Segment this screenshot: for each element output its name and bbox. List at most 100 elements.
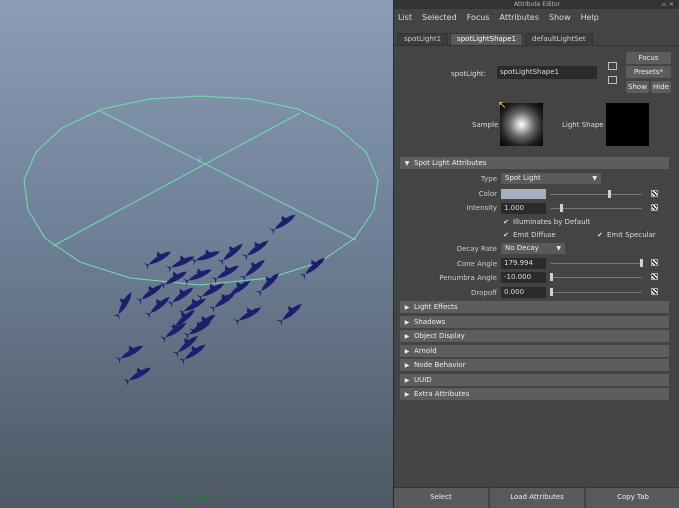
show-button[interactable]: Show [626,81,649,93]
close-icon[interactable]: × [669,1,677,8]
section-object-display[interactable]: ▶ Object Display [400,330,669,342]
input-connections-icon[interactable] [608,62,617,70]
type-label: Type [480,175,497,183]
shark-model[interactable] [134,279,165,306]
shark-model[interactable] [232,301,263,326]
shark-model[interactable] [158,265,189,290]
shark-model[interactable] [297,252,327,280]
penumbra-angle-slider-track[interactable] [550,277,642,278]
chevron-right-icon: ▶ [404,304,410,311]
checkmark-icon: ✔ [503,218,509,226]
shark-model[interactable] [165,282,196,309]
shark-model[interactable] [267,209,298,236]
attribute-editor: Attribute Editor ▫× List Selected Focus … [393,0,679,508]
float-icon[interactable]: ▫ [662,1,669,8]
chevron-down-icon: ▼ [556,245,561,252]
color-swatch[interactable] [501,189,546,199]
section-shadows[interactable]: ▶ Shadows [400,316,669,328]
scene-canvas[interactable] [0,0,393,508]
penumbra-angle-map-button[interactable] [651,273,658,280]
cone-angle-field[interactable]: 179.994 [501,258,546,269]
menu-show[interactable]: Show [549,13,571,22]
section-arnold[interactable]: ▶ Arnold [400,345,669,357]
emit-specular-checkbox[interactable]: ✔ Emit Specular [596,231,656,239]
intensity-field[interactable]: 1.000 [501,203,546,214]
copy-tab-button[interactable]: Copy Tab [586,487,679,508]
penumbra-angle-field[interactable]: -10.000 [501,272,546,283]
chevron-right-icon: ▶ [404,348,410,355]
output-connections-icon[interactable] [608,76,617,84]
penumbra-angle-slider-handle[interactable] [550,273,553,281]
chevron-right-icon: ▶ [404,377,410,384]
intensity-slider-track[interactable] [550,208,642,209]
checkmark-icon: ✔ [503,231,509,239]
penumbra-angle-label: Penumbra Angle [439,274,497,282]
chevron-right-icon: ▶ [404,319,410,326]
chevron-down-icon: ▼ [404,160,410,167]
shark-model[interactable] [182,263,214,286]
title-bar: Attribute Editor ▫× [394,0,679,9]
menu-bar: List Selected Focus Attributes Show Help [394,9,679,25]
sample-label: Sample [472,121,499,129]
color-slider-handle[interactable] [608,190,611,198]
light-shape-swatch [606,103,649,146]
camera-label: persp (shark01) [168,493,225,501]
shark-school[interactable] [110,209,327,386]
focus-button[interactable]: Focus [626,52,671,64]
shark-model[interactable] [122,361,153,386]
hide-button[interactable]: Hide [651,81,671,93]
intensity-label: Intensity [466,204,497,212]
light-shape-label: Light Shape [562,121,604,129]
shark-model[interactable] [114,339,145,364]
section-uuid[interactable]: ▶ UUID [400,374,669,386]
menu-help[interactable]: Help [581,13,599,22]
decay-rate-label: Decay Rate [456,245,497,253]
dropoff-slider-track[interactable] [550,292,642,293]
presets-button[interactable]: Presets* [626,66,671,78]
shark-model[interactable] [190,245,222,266]
cone-angle-slider-handle[interactable] [640,259,643,267]
window-controls[interactable]: ▫× [662,0,677,9]
shark-model[interactable] [142,245,173,270]
bottom-button-bar: Select Load Attributes Copy Tab [394,487,679,508]
cone-angle-slider-track[interactable] [550,263,642,264]
menu-list[interactable]: List [398,13,412,22]
chevron-right-icon: ▶ [404,362,410,369]
shark-model[interactable] [253,268,282,297]
shark-model[interactable] [215,238,245,266]
cone-cross-line [52,112,301,247]
menu-focus[interactable]: Focus [467,13,490,22]
dropoff-field[interactable]: 0.000 [501,287,546,298]
shark-model[interactable] [210,259,241,284]
cone-angle-map-button[interactable] [651,259,658,266]
sample-swatch [500,103,543,146]
section-node-behavior[interactable]: ▶ Node Behavior [400,359,669,371]
intensity-map-button[interactable] [651,204,658,211]
menu-attributes[interactable]: Attributes [500,13,540,22]
node-name-field[interactable]: spotLightShape1 [497,66,597,79]
section-spot-light-attributes[interactable]: ▼ Spot Light Attributes [400,157,669,169]
type-dropdown[interactable]: Spot Light ▼ [501,173,601,184]
color-map-button[interactable] [651,190,658,197]
chevron-down-icon: ▼ [592,175,597,182]
cone-angle-label: Cone Angle [456,260,497,268]
color-slider-track[interactable] [550,194,642,195]
load-attributes-button[interactable]: Load Attributes [490,487,584,508]
shark-model[interactable] [274,298,304,326]
dropoff-slider-handle[interactable] [550,288,553,296]
emit-diffuse-checkbox[interactable]: ✔ Emit Diffuse [502,231,556,239]
shark-model[interactable] [195,277,226,302]
shark-model[interactable] [110,288,135,320]
select-button[interactable]: Select [394,487,488,508]
illuminates-by-default-checkbox[interactable]: ✔ Illuminates by Default [502,218,590,226]
checkmark-icon: ✔ [597,231,603,239]
intensity-slider-handle[interactable] [560,204,563,212]
shark-model[interactable] [240,235,271,262]
section-light-effects[interactable]: ▶ Light Effects [400,301,669,313]
viewport-3d[interactable]: persp (shark01) [0,0,393,508]
decay-rate-dropdown[interactable]: No Decay ▼ [501,243,565,254]
shark-model[interactable] [237,254,267,282]
dropoff-map-button[interactable] [651,288,658,295]
section-extra-attributes[interactable]: ▶ Extra Attributes [400,388,669,400]
menu-selected[interactable]: Selected [422,13,457,22]
